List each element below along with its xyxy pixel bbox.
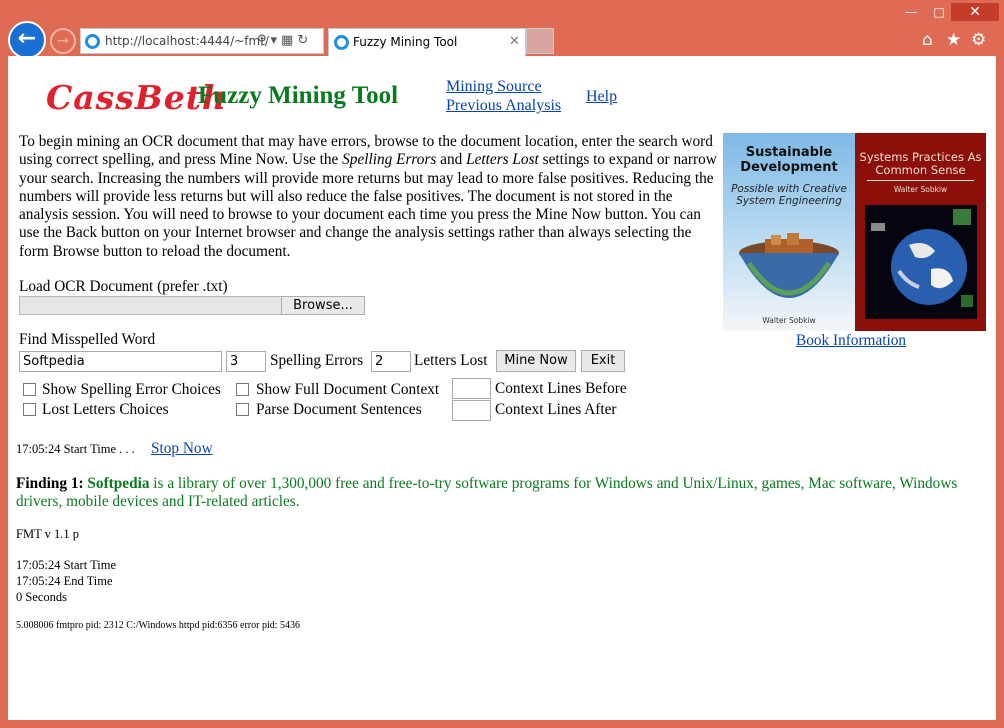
ie-logo-icon [334,35,349,50]
minimize-icon[interactable]: — [897,3,925,21]
show-spelling-error-choices-label: Show Spelling Error Choices [42,381,221,398]
intro-and: and [436,151,467,169]
show-full-document-context-label: Show Full Document Context [256,381,440,398]
book-cover-systems-practices[interactable]: Systems Practices As Common Sense Walter… [855,133,986,331]
letters-lost-label: Letters Lost [414,352,488,369]
book-information-link[interactable]: Book Information [796,332,906,350]
tab-title: Fuzzy Mining Tool [353,35,458,49]
process-info: 5.008006 fmtpro pid: 2312 C:/Windows htt… [16,620,301,631]
footer-duration: 0 Seconds [16,590,68,604]
parse-document-sentences-checkbox[interactable] [236,403,249,416]
finding-text: is a library of over 1,300,000 free and … [16,475,958,510]
close-window-icon[interactable]: ✕ [951,3,999,21]
address-text: http://localhost:4444/~fmt/ [105,34,269,48]
footer-end-time: 17:05:24 End Time [16,574,113,588]
ie-logo-icon [85,34,100,49]
back-button[interactable]: ← [8,21,46,59]
help-link[interactable]: Help [586,88,617,106]
earth-bowl-illustration [739,233,839,298]
show-spelling-error-choices-checkbox[interactable] [23,383,36,396]
mine-now-button[interactable]: Mine Now [496,350,576,372]
lost-letters-choices-label: Lost Letters Choices [42,401,169,418]
mining-source-link[interactable]: Mining Source [446,78,542,96]
book2-author: Walter Sobkiw [893,185,948,194]
book2-title: Systems Practices As Common Sense [859,150,982,177]
previous-analysis-link[interactable]: Previous Analysis [446,97,561,115]
finding-highlight: Softpedia [87,475,150,492]
intro-em-letters: Letters Lost [466,151,539,169]
book1-author: Walter Sobkiw [762,316,816,325]
maximize-icon[interactable]: □ [925,3,953,21]
page-viewport: CassBeth Fuzzy Mining Tool Mining Source… [8,56,996,720]
tab-fuzzy-mining-tool[interactable]: Fuzzy Mining Tool ✕ [328,28,526,56]
intro-em-spelling: Spelling Errors [342,151,437,169]
finding-label: Finding 1: [16,475,84,492]
new-tab-button[interactable] [526,28,554,54]
load-document-label: Load OCR Document (prefer .txt) [19,278,228,295]
context-lines-after-label: Context Lines After [495,401,617,418]
lost-letters-choices-checkbox[interactable] [23,403,36,416]
context-lines-before-label: Context Lines Before [495,380,627,397]
search-dropdown-icon[interactable]: ⚲▾▦↻ [257,33,312,48]
finding-result: Finding 1: Softpedia is a library of ove… [16,475,976,511]
context-lines-before-input[interactable] [452,378,491,399]
spelling-errors-label: Spelling Errors [270,352,364,369]
show-full-document-context-checkbox[interactable] [236,383,249,396]
version-text: FMT v 1.1 p [16,527,79,541]
close-tab-icon[interactable]: ✕ [509,34,520,49]
browse-button[interactable]: Browse... [281,296,365,315]
home-icon[interactable]: ⌂ [922,30,933,50]
spelling-errors-input[interactable]: 3 [226,351,266,372]
search-word-input[interactable]: Softpedia [19,351,222,372]
letters-lost-input[interactable]: 2 [371,351,411,372]
favorites-star-icon[interactable]: ★ [946,30,961,50]
earth-globe-illustration [865,205,977,319]
footer-start-time: 17:05:24 Start Time [16,558,117,572]
address-bar[interactable]: http://localhost:4444/~fmt/ ⚲▾▦↻ [80,28,324,54]
find-word-label: Find Misspelled Word [19,331,156,348]
forward-button[interactable]: → [50,28,76,54]
file-path-input[interactable] [19,296,282,315]
book1-title: Sustainable Development [740,145,838,175]
page-title: Fuzzy Mining Tool [198,82,399,109]
exit-button[interactable]: Exit [581,350,625,372]
book1-subtitle: Possible with Creative System Engineerin… [731,183,847,207]
gear-icon[interactable]: ⚙ [971,30,986,50]
intro-paragraph: To begin mining an OCR document that may… [19,133,719,261]
book2-divider [867,180,974,181]
book-cover-sustainable-development[interactable]: Sustainable Development Possible with Cr… [723,133,855,331]
context-lines-after-input[interactable] [452,400,491,421]
stop-now-link[interactable]: Stop Now [151,440,213,458]
start-time-status: 17:05:24 Start Time . . . [16,442,135,456]
parse-document-sentences-label: Parse Document Sentences [256,401,422,418]
